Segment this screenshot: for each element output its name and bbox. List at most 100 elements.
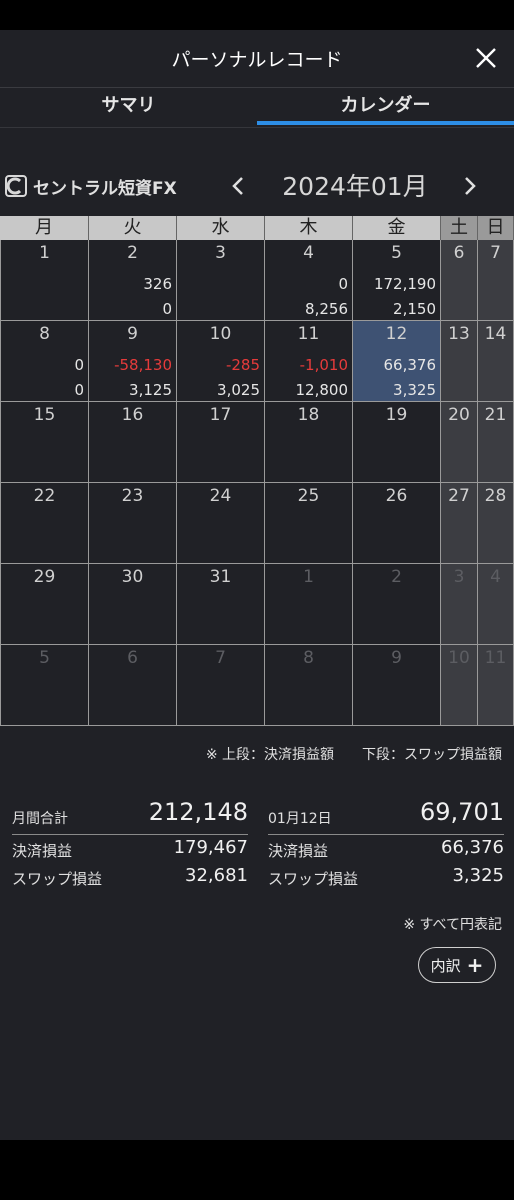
calendar-day-cell[interactable]: 20 (441, 402, 478, 483)
calendar-day-cell[interactable]: 19 (353, 402, 441, 483)
monthly-swap-label: スワップ損益 (12, 870, 103, 888)
weekday-label: 木 (265, 216, 353, 240)
calendar-day-cell[interactable]: 8 0 0 (0, 321, 89, 402)
brand-logo-icon (5, 175, 27, 197)
monthly-settle-value: 179,467 (173, 837, 248, 858)
calendar-day-cell[interactable]: 1 (0, 240, 89, 321)
day-number: 28 (484, 486, 507, 506)
calendar-day-cell[interactable]: 2 (353, 564, 441, 645)
day-number: 9 (127, 324, 138, 344)
swap-pnl: 0 (162, 300, 172, 318)
daily-swap-value: 3,325 (452, 865, 504, 886)
swap-pnl: 2,150 (393, 300, 436, 318)
day-number: 27 (448, 486, 470, 506)
day-number: 4 (490, 567, 501, 587)
breakdown-button[interactable]: 内訳 + (418, 947, 496, 983)
weekday-header: 月火水木金土日 (0, 216, 514, 240)
calendar-day-cell[interactable]: 9 -58,130 3,125 (89, 321, 177, 402)
day-number: 25 (297, 486, 320, 506)
calendar-day-cell[interactable]: 4 (478, 564, 514, 645)
settlement-pnl: 66,376 (383, 356, 437, 374)
day-number: 10 (209, 324, 232, 344)
close-button[interactable] (472, 44, 500, 72)
settlement-pnl: 326 (143, 275, 172, 293)
swap-pnl: 3,125 (129, 381, 172, 399)
calendar-day-cell[interactable]: 9 (353, 645, 441, 726)
day-number: 8 (39, 324, 50, 344)
chevron-left-icon (232, 177, 243, 195)
calendar-day-cell[interactable]: 26 (353, 483, 441, 564)
calendar-day-cell[interactable]: 23 (89, 483, 177, 564)
day-number: 19 (385, 405, 408, 425)
day-number: 8 (303, 648, 314, 668)
calendar-day-cell[interactable]: 2 326 0 (89, 240, 177, 321)
brand-logo: セントラル短資FX (5, 172, 177, 200)
active-tab-indicator (257, 121, 514, 125)
day-number: 11 (484, 648, 507, 668)
calendar-day-cell[interactable]: 16 (89, 402, 177, 483)
calendar-day-cell[interactable]: 7 (478, 240, 514, 321)
calendar-day-cell[interactable]: 30 (89, 564, 177, 645)
calendar-day-cell[interactable]: 3 (441, 564, 478, 645)
calendar-day-cell[interactable]: 12 66,376 3,325 (353, 321, 441, 402)
next-month-button[interactable] (458, 168, 482, 204)
calendar-day-cell[interactable]: 24 (177, 483, 265, 564)
calendar-day-cell[interactable]: 27 (441, 483, 478, 564)
weekday-label: 月 (0, 216, 89, 240)
day-number: 14 (484, 324, 507, 344)
calendar-day-cell[interactable]: 6 (89, 645, 177, 726)
day-number: 24 (209, 486, 232, 506)
calendar-day-cell[interactable]: 25 (265, 483, 353, 564)
day-number: 16 (121, 405, 144, 425)
calendar-day-cell[interactable]: 21 (478, 402, 514, 483)
calendar-day-cell[interactable]: 3 (177, 240, 265, 321)
calendar-day-cell[interactable]: 1 (265, 564, 353, 645)
day-number: 21 (484, 405, 507, 425)
calendar-day-cell[interactable]: 13 (441, 321, 478, 402)
swap-pnl: 0 (74, 381, 84, 399)
daily-settle-value: 66,376 (441, 837, 504, 858)
weekday-label: 日 (478, 216, 514, 240)
prev-month-button[interactable] (226, 168, 250, 204)
calendar-day-cell[interactable]: 5 172,190 2,150 (353, 240, 441, 321)
calendar-day-cell[interactable]: 18 (265, 402, 353, 483)
day-number: 20 (448, 405, 470, 425)
calendar-day-cell[interactable]: 10 -285 3,025 (177, 321, 265, 402)
calendar-day-cell[interactable]: 11 (478, 645, 514, 726)
calendar-day-cell[interactable]: 10 (441, 645, 478, 726)
calendar-day-cell[interactable]: 6 (441, 240, 478, 321)
day-number: 5 (39, 648, 50, 668)
day-number: 1 (303, 567, 314, 587)
day-number: 13 (448, 324, 470, 344)
divider (0, 127, 514, 128)
weekday-label: 水 (177, 216, 265, 240)
calendar-day-cell[interactable]: 28 (478, 483, 514, 564)
calendar-day-cell[interactable]: 31 (177, 564, 265, 645)
plus-icon: + (466, 953, 484, 977)
page-title: パーソナルレコード (171, 49, 343, 71)
day-number: 3 (215, 243, 226, 263)
daily-swap-label: スワップ損益 (268, 870, 359, 888)
calendar-day-cell[interactable]: 29 (0, 564, 89, 645)
calendar-day-cell[interactable]: 8 (265, 645, 353, 726)
calendar-day-cell[interactable]: 4 0 8,256 (265, 240, 353, 321)
day-number: 29 (33, 567, 56, 587)
swap-pnl: 3,325 (393, 381, 436, 399)
daily-summary: 01月12日 69,701 決済損益 66,376 スワップ損益 3,325 (268, 798, 504, 891)
close-icon (476, 48, 496, 68)
current-month: 2024年01月 (282, 172, 428, 201)
tab-summary[interactable]: サマリ (0, 88, 257, 126)
day-number: 31 (209, 567, 232, 587)
calendar-day-cell[interactable]: 17 (177, 402, 265, 483)
day-number: 17 (209, 405, 232, 425)
calendar-day-cell[interactable]: 14 (478, 321, 514, 402)
calendar-day-cell[interactable]: 7 (177, 645, 265, 726)
daily-total-value: 69,701 (420, 798, 504, 826)
daily-total-label: 01月12日 (268, 811, 332, 827)
calendar-day-cell[interactable]: 5 (0, 645, 89, 726)
app-screen: パーソナルレコード サマリ カレンダー セントラル短資FX 2024年01月 月 (0, 30, 514, 1140)
calendar-day-cell[interactable]: 15 (0, 402, 89, 483)
calendar-day-cell[interactable]: 11 -1,010 12,800 (265, 321, 353, 402)
calendar-day-cell[interactable]: 22 (0, 483, 89, 564)
day-number: 23 (121, 486, 144, 506)
